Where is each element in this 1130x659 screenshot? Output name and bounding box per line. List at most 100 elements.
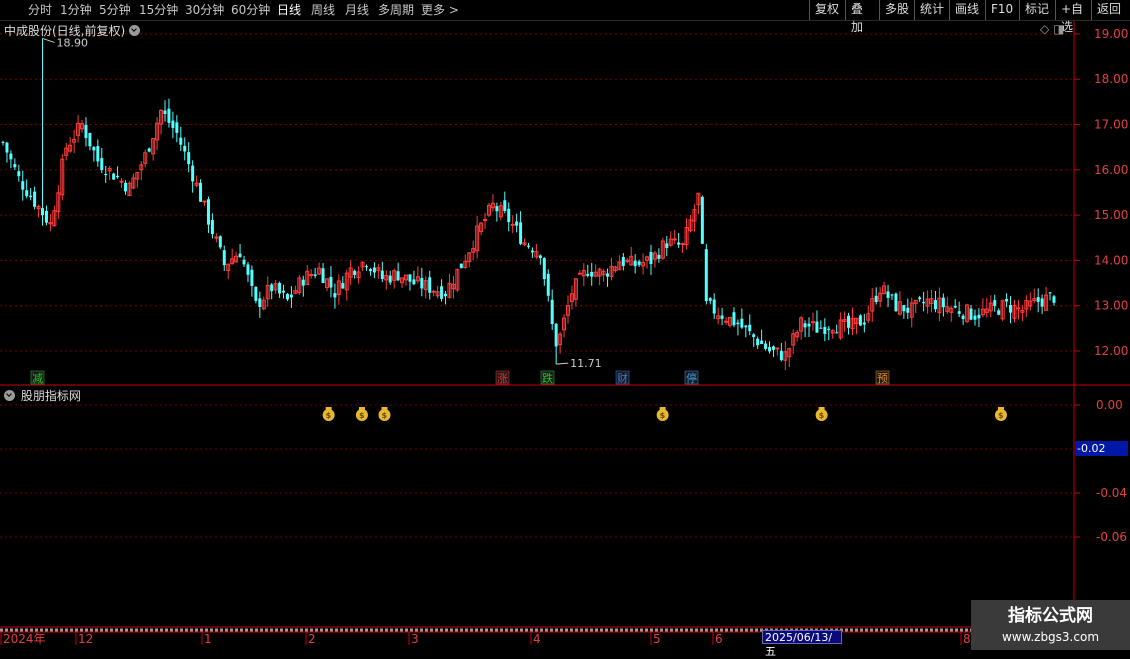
candle-body xyxy=(309,274,314,277)
period-tab-6[interactable]: 日线 xyxy=(277,2,301,18)
period-tab-4[interactable]: 30分钟 xyxy=(185,2,224,18)
candle-body xyxy=(191,165,195,182)
candle-body xyxy=(329,276,333,288)
candle-body xyxy=(961,315,965,319)
time-label-8: 8 xyxy=(963,632,971,646)
candle-body xyxy=(246,264,250,275)
candle-body xyxy=(368,268,372,272)
candle-body xyxy=(890,294,894,296)
candle-body xyxy=(637,261,641,265)
candle-body xyxy=(285,293,289,300)
period-tab-0[interactable]: 分时 xyxy=(28,2,52,18)
candle-body xyxy=(538,255,542,259)
period-tab-5[interactable]: 60分钟 xyxy=(231,2,270,18)
chevron-down-icon[interactable] xyxy=(4,390,15,401)
toolbar-button-1[interactable]: 叠加 xyxy=(845,0,879,34)
candle-body xyxy=(764,343,768,349)
money-bag-neck xyxy=(818,407,825,410)
candle-body xyxy=(29,195,33,198)
chart-canvas[interactable]: 18.9011.71减涨跌财停预 19.0018.0017.0016.0015.… xyxy=(0,0,1130,650)
candle-body xyxy=(238,253,242,258)
candle-body xyxy=(112,173,116,180)
candle-body xyxy=(712,299,716,314)
candle-body xyxy=(258,298,262,307)
period-tab-7[interactable]: 周线 xyxy=(311,2,335,18)
candle-body xyxy=(353,270,357,275)
candle-body xyxy=(147,148,151,152)
toolbar-button-7[interactable]: +自选 xyxy=(1055,0,1091,34)
candle-body xyxy=(206,199,210,225)
candle-body xyxy=(96,146,100,162)
candle-body xyxy=(84,124,88,139)
time-label-5: 4 xyxy=(533,632,541,646)
period-tab-8[interactable]: 月线 xyxy=(345,2,369,18)
money-bag-symbol: $ xyxy=(326,411,332,420)
candle-body xyxy=(21,181,25,190)
candle-body xyxy=(862,322,866,325)
candle-body xyxy=(550,299,554,324)
money-bag-icon: $ xyxy=(994,407,1007,421)
money-bag-symbol: $ xyxy=(819,411,825,420)
candle-body xyxy=(167,108,171,123)
panel-toggle-icon[interactable]: ◨ xyxy=(1053,22,1064,36)
candle-body xyxy=(815,321,819,333)
event-marker-0: 减 xyxy=(32,372,43,385)
candle-body xyxy=(760,340,764,344)
money-bag-neck xyxy=(381,407,388,410)
candle-body xyxy=(858,315,862,326)
toolbar-button-3[interactable]: 统计 xyxy=(914,0,949,20)
money-bag-icon: $ xyxy=(322,407,335,421)
candle-body xyxy=(1009,305,1013,313)
candle-body xyxy=(542,258,546,279)
candle-body xyxy=(104,173,108,176)
candle-body xyxy=(680,243,685,246)
candle-body xyxy=(214,236,219,239)
time-label-6: 5 xyxy=(653,632,661,646)
candle-body xyxy=(590,271,594,277)
indicator-title-text: 股朋指标网 xyxy=(20,389,81,403)
candle-body xyxy=(807,323,811,327)
candle-body xyxy=(677,242,681,245)
period-tab-10[interactable]: 更多 > xyxy=(421,2,459,18)
money-bag-icon: $ xyxy=(378,407,391,421)
toolbar-button-8[interactable]: 返回 xyxy=(1091,0,1130,20)
high-pointer xyxy=(42,37,55,43)
money-bag-icon: $ xyxy=(815,407,828,421)
period-tab-1[interactable]: 1分钟 xyxy=(60,2,92,18)
candle-body xyxy=(874,295,878,302)
time-label-3: 2 xyxy=(308,632,316,646)
low-price-label: 11.71 xyxy=(570,357,602,370)
candle-body xyxy=(530,250,534,253)
ind-tick-label-3: -0.06 xyxy=(1096,530,1127,544)
price-tick-label-6: 13.00 xyxy=(1094,299,1128,313)
toolbar-button-4[interactable]: 画线 xyxy=(949,0,985,20)
time-label-1: 12 xyxy=(78,632,93,646)
candle-body xyxy=(199,182,203,202)
candle-body xyxy=(823,326,827,334)
candle-body xyxy=(175,122,179,133)
money-bag-symbol: $ xyxy=(359,411,365,420)
candle-body xyxy=(388,275,392,283)
toolbar-button-2[interactable]: 多股 xyxy=(879,0,914,20)
candle-body xyxy=(278,282,282,294)
diamond-icon[interactable]: ◇ xyxy=(1040,22,1049,36)
candle-body xyxy=(779,350,783,361)
chevron-down-icon[interactable] xyxy=(129,25,141,36)
period-tab-3[interactable]: 15分钟 xyxy=(139,2,178,18)
candle-body xyxy=(1005,298,1009,302)
toolbar-button-0[interactable]: 复权 xyxy=(809,0,845,20)
candle-body xyxy=(17,171,21,177)
candle-body xyxy=(210,220,214,235)
candle-body xyxy=(969,308,973,320)
toolbar-button-6[interactable]: 标记 xyxy=(1019,0,1055,20)
watermark-url: www.zbgs3.com xyxy=(1001,630,1100,644)
period-tab-9[interactable]: 多周期 xyxy=(378,2,414,18)
candle-body xyxy=(341,283,345,289)
period-tab-2[interactable]: 5分钟 xyxy=(99,2,131,18)
watermark-title: 指标公式网 xyxy=(1008,606,1093,626)
candle-body xyxy=(222,250,226,266)
price-tick-label-2: 17.00 xyxy=(1094,118,1128,132)
event-marker-4: 停 xyxy=(686,371,697,385)
toolbar-button-5[interactable]: F10 xyxy=(985,0,1019,20)
candle-body xyxy=(187,152,191,165)
